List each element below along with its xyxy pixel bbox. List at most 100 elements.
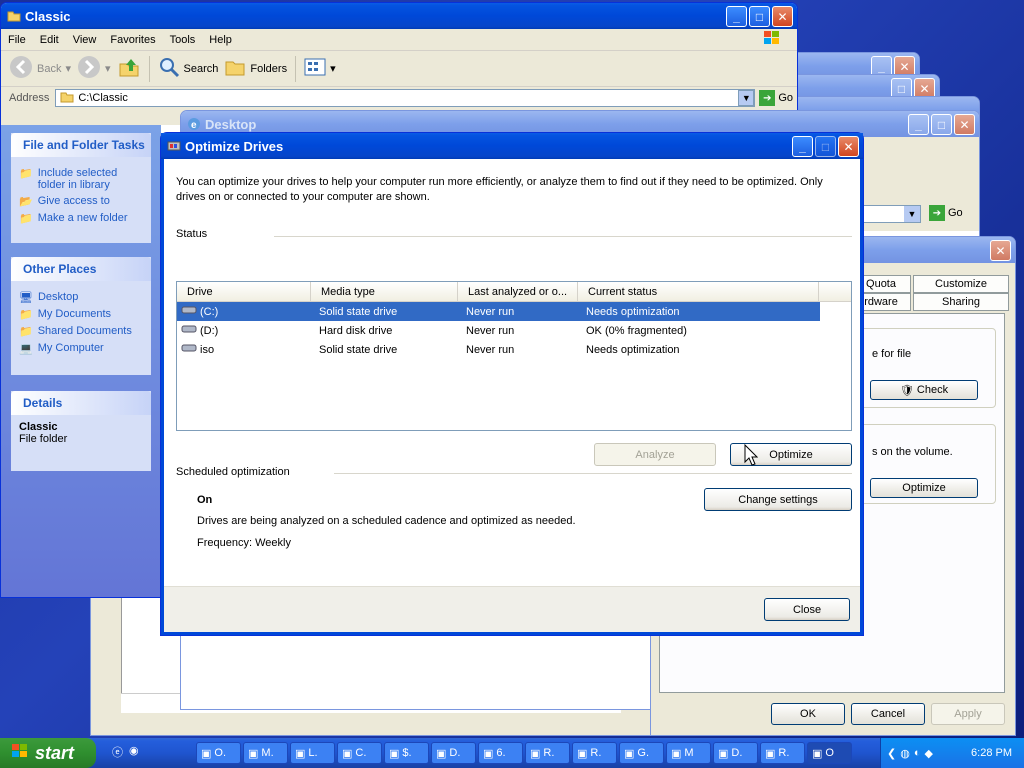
taskbar-item[interactable]: ▣ D. bbox=[713, 742, 758, 764]
task-pane: File and Folder Tasks 📁 Include selected … bbox=[1, 125, 161, 597]
search-button[interactable]: Search bbox=[158, 56, 218, 81]
taskbar-item[interactable]: ▣ $. bbox=[384, 742, 429, 764]
taskbar-item[interactable]: ▣ R. bbox=[760, 742, 805, 764]
chevron-down-icon[interactable]: ▼ bbox=[738, 90, 755, 106]
include-in-library-link[interactable]: 📁 Include selected folder in library bbox=[19, 167, 143, 191]
up-folder-icon bbox=[117, 55, 141, 82]
drive-row[interactable]: iso Solid state drive Never run Needs op… bbox=[177, 340, 851, 359]
cancel-button[interactable]: Cancel bbox=[851, 703, 925, 725]
taskbar-item[interactable]: ▣ O bbox=[807, 742, 852, 764]
menu-tools[interactable]: Tools bbox=[163, 34, 203, 46]
menu-edit[interactable]: Edit bbox=[33, 34, 66, 46]
views-button[interactable]: ▾ bbox=[304, 57, 336, 80]
tab-customize[interactable]: Customize bbox=[913, 275, 1009, 293]
optimize-drives-dialog: Optimize Drives _ □ ✕ You can optimize y… bbox=[160, 132, 864, 636]
explorer-titlebar[interactable]: Classic _ □ ✕ bbox=[1, 3, 797, 29]
close-icon[interactable]: ✕ bbox=[954, 114, 975, 135]
details-heading[interactable]: Details bbox=[11, 391, 151, 415]
other-places-heading[interactable]: Other Places bbox=[11, 257, 151, 281]
analyze-button[interactable]: Analyze bbox=[594, 443, 716, 466]
folders-button[interactable]: Folders bbox=[224, 56, 287, 81]
column-last-analyzed[interactable]: Last analyzed or o... bbox=[458, 282, 578, 301]
menu-favorites[interactable]: Favorites bbox=[103, 34, 162, 46]
ok-button[interactable]: OK bbox=[771, 703, 845, 725]
taskbar-item[interactable]: ▣ 6. bbox=[478, 742, 523, 764]
taskbar-item[interactable]: ▣ R. bbox=[572, 742, 617, 764]
network-icon[interactable]: ◍ bbox=[900, 747, 910, 760]
other-places-desktop[interactable]: 🖥 Desktop bbox=[19, 291, 143, 304]
menu-help[interactable]: Help bbox=[202, 34, 239, 46]
start-button[interactable]: start bbox=[0, 738, 96, 768]
minimize-icon[interactable]: _ bbox=[792, 136, 813, 157]
details-type: File folder bbox=[19, 433, 68, 445]
taskbar-item[interactable]: ▣ O. bbox=[196, 742, 241, 764]
intro-text: You can optimize your drives to help you… bbox=[176, 176, 823, 203]
check-button[interactable]: 🛡 Check bbox=[870, 380, 978, 400]
dialog-footer: Close bbox=[164, 586, 860, 632]
taskbar-item[interactable]: ▣ G. bbox=[619, 742, 664, 764]
maximize-icon[interactable]: □ bbox=[749, 6, 770, 27]
apply-button[interactable]: Apply bbox=[931, 703, 1005, 725]
menu-file[interactable]: File bbox=[1, 34, 33, 46]
address-input[interactable]: C:\Classic ▼ bbox=[55, 89, 756, 107]
other-places-my-documents[interactable]: 📁 My Documents bbox=[19, 308, 143, 321]
address-label: Address bbox=[9, 92, 50, 104]
clock[interactable]: 6:28 PM bbox=[971, 747, 1012, 759]
details-name: Classic bbox=[19, 421, 58, 433]
up-folder-button[interactable] bbox=[117, 55, 141, 82]
other-places-panel: Other Places 🖥 Desktop 📁 My Documents 📁 Sha… bbox=[11, 257, 151, 375]
taskbar-item[interactable]: ▣ M. bbox=[243, 742, 288, 764]
tab-sharing[interactable]: Sharing bbox=[913, 293, 1009, 311]
chevron-down-icon[interactable]: ▼ bbox=[904, 206, 920, 222]
drives-list-header: Drive Media type Last analyzed or o... C… bbox=[177, 282, 851, 302]
column-media-type[interactable]: Media type bbox=[311, 282, 458, 301]
file-folder-tasks-heading[interactable]: File and Folder Tasks bbox=[11, 133, 151, 157]
taskbar-item[interactable]: ▣ D. bbox=[431, 742, 476, 764]
drive-icon bbox=[181, 343, 197, 356]
shared-folder-icon: 📁 bbox=[19, 326, 33, 338]
minimize-icon[interactable]: _ bbox=[908, 114, 929, 135]
optimize-drives-titlebar[interactable]: Optimize Drives _ □ ✕ bbox=[161, 133, 863, 159]
properties-optimize-button[interactable]: Optimize bbox=[870, 478, 978, 498]
media-player-icon[interactable]: ◉ bbox=[129, 744, 139, 760]
minimize-icon[interactable]: _ bbox=[726, 6, 747, 27]
security-icon[interactable]: ◆ bbox=[924, 747, 932, 760]
taskbar-item[interactable]: ▣ M bbox=[666, 742, 711, 764]
new-folder-link[interactable]: 📁 Make a new folder bbox=[19, 212, 143, 225]
go-button[interactable]: ➔ Go bbox=[759, 90, 793, 106]
details-panel: Details Classic File folder bbox=[11, 391, 151, 471]
ie-icon[interactable]: ⓔ bbox=[112, 744, 123, 760]
folders-icon bbox=[224, 56, 246, 81]
close-icon[interactable]: ✕ bbox=[772, 6, 793, 27]
menu-view[interactable]: View bbox=[66, 34, 104, 46]
maximize-icon[interactable]: □ bbox=[931, 114, 952, 135]
task-buttons: ▣ O. ▣ M. ▣ L. ▣ C. ▣ $. ▣ D. ▣ 6. ▣ R. ▣ R. ▣ G. … bbox=[196, 742, 852, 764]
change-settings-button[interactable]: Change settings bbox=[704, 488, 852, 511]
taskbar-item[interactable]: ▣ L. bbox=[290, 742, 335, 764]
drives-list: Drive Media type Last analyzed or o... C… bbox=[176, 281, 852, 431]
close-icon[interactable]: ✕ bbox=[990, 240, 1011, 261]
drive-icon bbox=[181, 305, 197, 318]
forward-button[interactable]: ▾ bbox=[77, 55, 111, 82]
tray-arrow-icon[interactable]: ❮ bbox=[887, 747, 896, 760]
volume-icon[interactable]: ◐ bbox=[914, 747, 921, 759]
give-access-link[interactable]: 📂 Give access to bbox=[19, 195, 143, 208]
other-places-my-computer[interactable]: 💻 My Computer bbox=[19, 342, 143, 355]
share-icon: 📂 bbox=[19, 196, 33, 208]
column-drive[interactable]: Drive bbox=[177, 282, 311, 301]
drive-row[interactable]: (C:) Solid state drive Never run Needs o… bbox=[177, 302, 820, 321]
taskbar-item[interactable]: ▣ C. bbox=[337, 742, 382, 764]
close-icon[interactable]: ✕ bbox=[838, 136, 859, 157]
taskbar: start ⓔ ◉ ▣ O. ▣ M. ▣ L. ▣ C. ▣ $. ▣ D. ▣ 6. ▣ R… bbox=[0, 738, 1024, 768]
quick-launch: ⓔ ◉ bbox=[112, 744, 139, 760]
column-current-status[interactable]: Current status bbox=[578, 282, 819, 301]
address-value: C:\Classic bbox=[78, 92, 128, 104]
address-bar: Address C:\Classic ▼ ➔ Go bbox=[1, 87, 797, 109]
search-icon bbox=[158, 56, 180, 81]
drive-row[interactable]: (D:) Hard disk drive Never run OK (0% fr… bbox=[177, 321, 851, 340]
go-button[interactable]: ➔ Go bbox=[929, 205, 963, 221]
back-button[interactable]: Back ▾ bbox=[9, 55, 71, 82]
taskbar-item[interactable]: ▣ R. bbox=[525, 742, 570, 764]
close-button[interactable]: Close bbox=[764, 598, 850, 621]
other-places-shared-documents[interactable]: 📁 Shared Documents bbox=[19, 325, 143, 338]
